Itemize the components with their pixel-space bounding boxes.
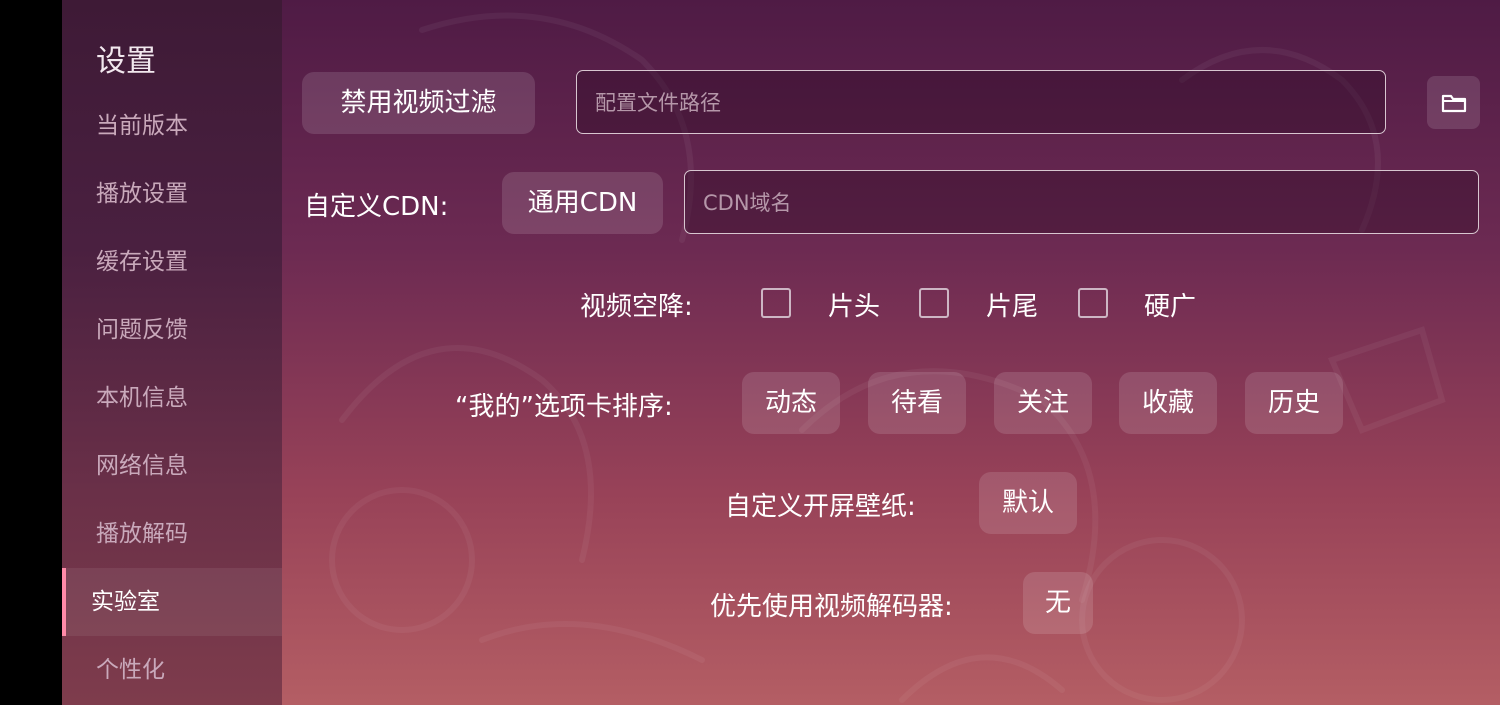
cdn-domain-input[interactable]: CDN域名 (684, 170, 1479, 234)
video-skip-label: 视频空降: (580, 292, 693, 322)
settings-sidebar: 设置 当前版本 播放设置 缓存设置 问题反馈 本机信息 网络信息 播放解码 实验… (62, 0, 282, 705)
sidebar-title: 设置 (96, 44, 156, 79)
custom-cdn-label: 自定义CDN: (304, 192, 449, 222)
sidebar-item-label: 播放设置 (96, 181, 188, 207)
sidebar-item-version[interactable]: 当前版本 (62, 92, 282, 160)
skip-outro-label: 片尾 (986, 292, 1039, 322)
sidebar-item-network-info[interactable]: 网络信息 (62, 432, 282, 500)
config-file-path-placeholder: 配置文件路径 (595, 91, 721, 115)
sidebar-item-device-info[interactable]: 本机信息 (62, 364, 282, 432)
tab-order-item-following[interactable]: 关注 (994, 372, 1092, 434)
custom-splash-wallpaper-label: 自定义开屏壁纸: (725, 492, 916, 522)
sidebar-item-label: 问题反馈 (96, 317, 188, 343)
tab-order-label: “我的”选项卡排序: (455, 392, 673, 422)
sidebar-item-label: 播放解码 (96, 521, 188, 547)
preferred-decoder-button[interactable]: 无 (1023, 572, 1093, 634)
sidebar-item-personalize[interactable]: 个性化 (62, 636, 282, 704)
preferred-decoder-label: 优先使用视频解码器: (710, 592, 953, 622)
cdn-select-button[interactable]: 通用CDN (502, 172, 663, 234)
active-indicator (62, 568, 66, 636)
tab-order-item-favorites[interactable]: 收藏 (1119, 372, 1217, 434)
left-black-strip (0, 0, 62, 705)
skip-intro-checkbox[interactable] (761, 288, 791, 318)
sidebar-item-cache[interactable]: 缓存设置 (62, 228, 282, 296)
skip-intro-label: 片头 (828, 292, 881, 322)
sidebar-item-label: 个性化 (96, 657, 165, 683)
sidebar-item-feedback[interactable]: 问题反馈 (62, 296, 282, 364)
sidebar-item-lab[interactable]: 实验室 (62, 568, 282, 636)
tab-order-item-dynamic[interactable]: 动态 (742, 372, 840, 434)
sidebar-item-decoding[interactable]: 播放解码 (62, 500, 282, 568)
disable-video-filter-button[interactable]: 禁用视频过滤 (302, 72, 535, 134)
config-file-path-input[interactable]: 配置文件路径 (576, 70, 1386, 134)
skip-ads-label: 硬广 (1144, 292, 1197, 322)
cdn-domain-placeholder: CDN域名 (703, 191, 792, 215)
sidebar-item-playback[interactable]: 播放设置 (62, 160, 282, 228)
folder-picker-button[interactable] (1427, 76, 1480, 129)
skip-outro-checkbox[interactable] (919, 288, 949, 318)
skip-ads-checkbox[interactable] (1078, 288, 1108, 318)
lab-settings-panel: 禁用视频过滤 配置文件路径 自定义CDN: 通用CDN CDN域名 视频空降: … (282, 0, 1500, 705)
sidebar-item-label: 网络信息 (96, 453, 188, 479)
folder-icon (1441, 94, 1466, 112)
sidebar-item-label: 缓存设置 (96, 249, 188, 275)
sidebar-item-label: 本机信息 (96, 385, 188, 411)
tab-order-item-watch-later[interactable]: 待看 (868, 372, 966, 434)
sidebar-item-label: 实验室 (91, 589, 160, 615)
sidebar-item-label: 当前版本 (96, 113, 188, 139)
tab-order-item-history[interactable]: 历史 (1245, 372, 1343, 434)
splash-wallpaper-button[interactable]: 默认 (979, 472, 1077, 534)
